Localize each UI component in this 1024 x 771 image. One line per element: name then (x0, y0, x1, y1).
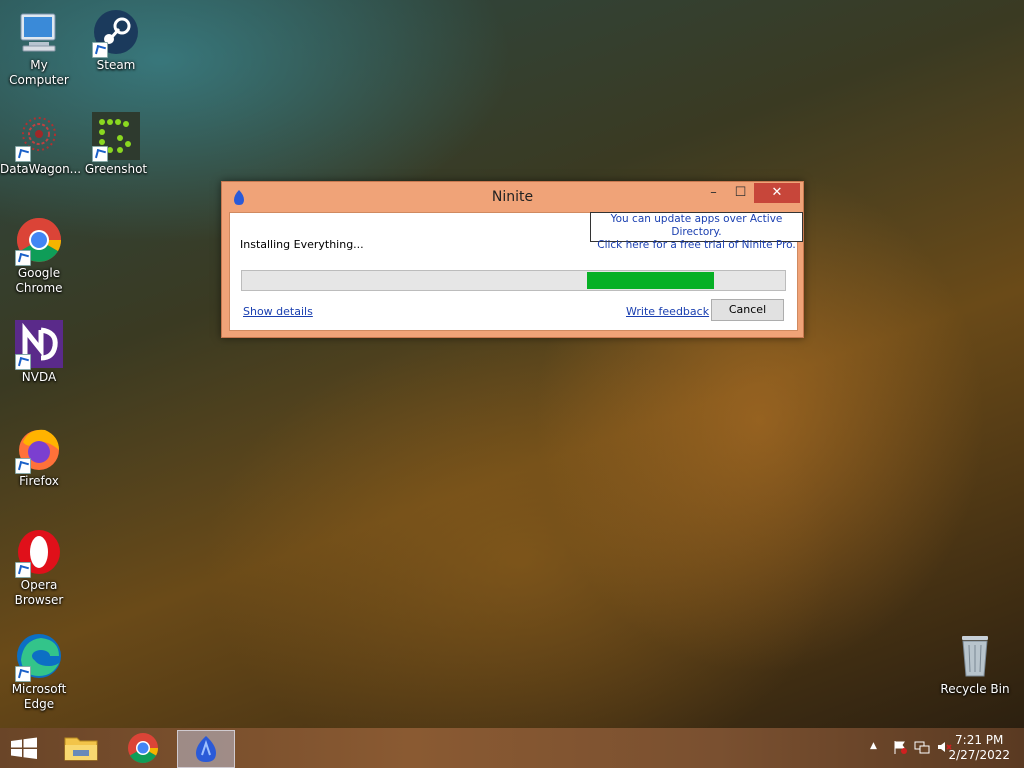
window-client-area: You can update apps over Active Director… (229, 212, 803, 331)
desktop-icon-label: Recycle Bin (940, 682, 1010, 696)
desktop-icon-label: DataWagon... (0, 162, 82, 176)
edge-icon (15, 632, 63, 682)
clock-time: 7:21 PM (955, 733, 1004, 747)
desktop-icon-datawagon[interactable]: DataWagon... (0, 112, 82, 177)
desktop-icon-label: Google Chrome (15, 266, 63, 295)
desktop-icon-my-computer[interactable]: My Computer (0, 8, 78, 88)
shortcut-arrow-icon (92, 146, 108, 162)
taskbar-clock[interactable]: 7:21 PM 2/27/2022 (948, 733, 1010, 763)
ninite-window: Ninite – ☐ ✕ You can update apps over Ac… (221, 181, 804, 338)
show-hidden-icons-chevron-icon[interactable]: ▲ (870, 741, 877, 751)
ninite-pro-promo-link[interactable]: You can update apps over Active Director… (590, 212, 803, 251)
windows-logo-icon (11, 737, 37, 759)
install-status-text: Installing Everything... (240, 238, 364, 251)
desktop-icon-recycle-bin[interactable]: Recycle Bin (936, 632, 1014, 697)
promo-line-2: Click here for a free trial of Ninite Pr… (597, 239, 796, 251)
minimize-button[interactable]: – (700, 183, 727, 203)
desktop-icon-label: Firefox (19, 474, 59, 488)
action-center-flag-icon[interactable] (892, 739, 908, 758)
chrome-icon (128, 733, 158, 764)
progress-bar-fill (587, 272, 714, 289)
nvda-icon (15, 320, 63, 370)
desktop-icon-label: Greenshot (84, 162, 148, 176)
desktop-icon-greenshot[interactable]: Greenshot (77, 112, 155, 177)
recycle-bin-icon (951, 632, 999, 680)
install-progress-bar (241, 270, 786, 291)
desktop-icon-opera-browser[interactable]: Opera Browser (0, 528, 78, 608)
chrome-icon (15, 216, 63, 266)
clock-date: 2/27/2022 (948, 748, 1010, 762)
computer-icon (15, 8, 63, 56)
taskbar-chrome[interactable] (115, 730, 171, 766)
desktop-icon-label: My Computer (9, 58, 69, 87)
desktop-icon-label: Microsoft Edge (11, 682, 67, 711)
desktop-icon-microsoft-edge[interactable]: Microsoft Edge (0, 632, 78, 712)
firefox-icon (15, 424, 63, 474)
promo-line-1: You can update apps over Active Director… (610, 213, 783, 238)
taskbar-file-explorer[interactable] (53, 730, 109, 766)
shortcut-arrow-icon (15, 562, 31, 578)
desktop-icon-firefox[interactable]: Firefox (0, 424, 78, 489)
steam-icon (92, 8, 140, 58)
shortcut-arrow-icon (15, 666, 31, 682)
desktop: My Computer Steam DataWagon... Greenshot… (0, 0, 1024, 728)
opera-icon (15, 528, 63, 578)
datawagon-icon (15, 112, 63, 162)
network-icon[interactable] (914, 739, 930, 758)
window-titlebar[interactable]: Ninite – ☐ ✕ (222, 182, 803, 212)
maximize-button[interactable]: ☐ (727, 183, 754, 203)
shortcut-arrow-icon (92, 42, 108, 58)
taskbar: ▲ 7:21 PM 2/27/2022 (0, 728, 1024, 768)
desktop-icon-nvda[interactable]: NVDA (0, 320, 78, 385)
start-button[interactable] (0, 730, 48, 766)
close-button[interactable]: ✕ (754, 183, 800, 203)
cancel-button[interactable]: Cancel (711, 299, 784, 321)
show-details-link[interactable]: Show details (243, 305, 313, 318)
desktop-icon-label: Opera Browser (14, 578, 64, 607)
desktop-icon-label: NVDA (21, 370, 57, 384)
ninite-app-icon (196, 736, 216, 762)
shortcut-arrow-icon (15, 354, 31, 370)
shortcut-arrow-icon (15, 250, 31, 266)
write-feedback-link[interactable]: Write feedback (626, 305, 709, 318)
greenshot-icon (92, 112, 140, 162)
desktop-icon-steam[interactable]: Steam (77, 8, 155, 73)
shortcut-arrow-icon (15, 146, 31, 162)
shortcut-arrow-icon (15, 458, 31, 474)
folder-icon (64, 737, 98, 761)
system-tray: ▲ 7:21 PM 2/27/2022 (844, 728, 1024, 768)
desktop-icon-label: Steam (96, 58, 136, 72)
taskbar-ninite[interactable] (177, 730, 235, 768)
desktop-icon-google-chrome[interactable]: Google Chrome (0, 216, 78, 296)
